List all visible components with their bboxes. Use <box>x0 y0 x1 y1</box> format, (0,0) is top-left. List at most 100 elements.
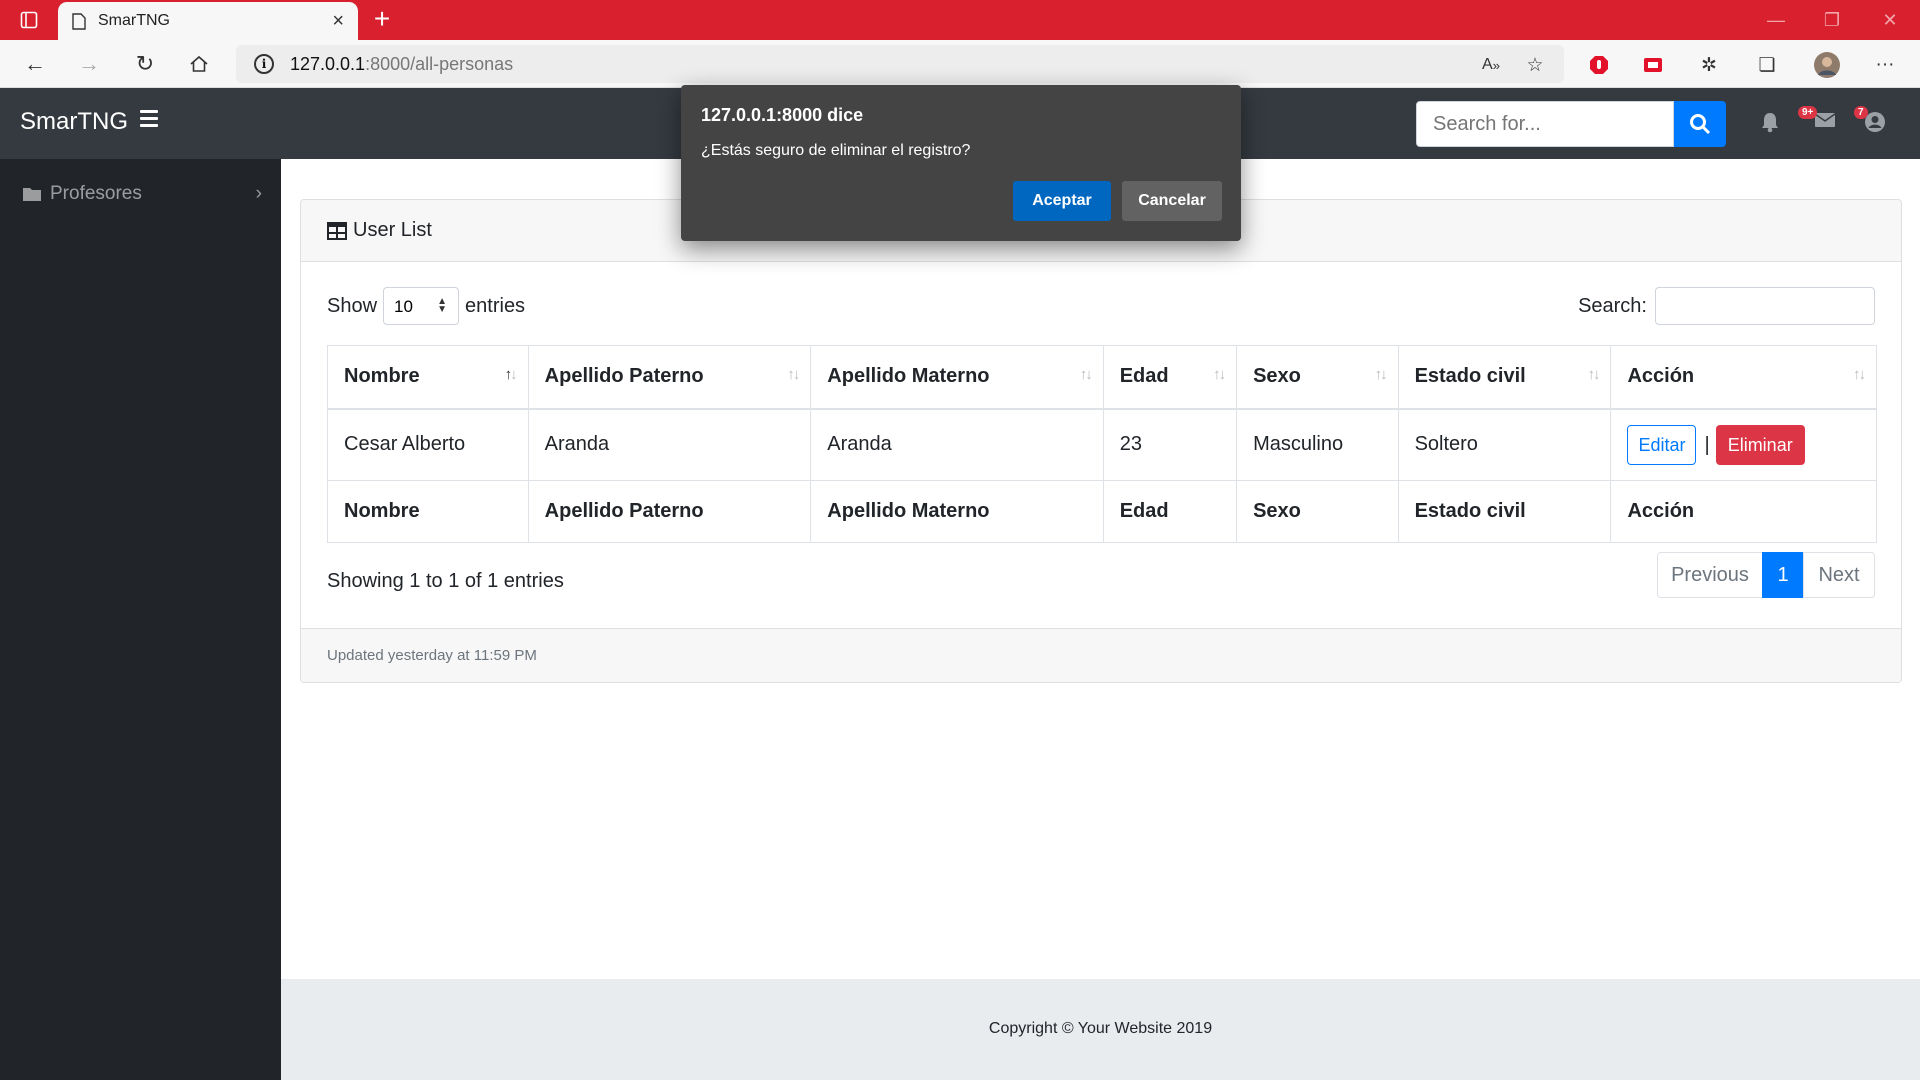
user-icon[interactable] <box>1864 111 1890 137</box>
table-search-label: Search: <box>1578 294 1647 317</box>
cell-apellido-paterno: Aranda <box>527 408 812 481</box>
extensions-icon[interactable]: ✲ <box>1694 50 1724 80</box>
table-footer-row: Nombre Apellido Paterno Apellido Materno… <box>327 480 1877 543</box>
cell-sexo: Masculino <box>1236 408 1399 481</box>
confirm-dialog: 127.0.0.1:8000 dice ¿Estás seguro de eli… <box>681 85 1241 241</box>
search-button[interactable] <box>1674 101 1726 147</box>
sort-icon: ↑↓ <box>1374 366 1388 383</box>
user-badge: 7 <box>1854 106 1868 119</box>
read-aloud-icon[interactable]: A» <box>1476 50 1506 80</box>
new-tab-button[interactable]: + <box>366 4 398 36</box>
sidebar: Profesores › <box>0 159 281 1080</box>
table-row: Cesar Alberto Aranda Aranda 23 Masculino… <box>327 408 1877 481</box>
table-info: Showing 1 to 1 of 1 entries <box>327 570 564 592</box>
footer-apellido-paterno: Apellido Paterno <box>527 480 812 543</box>
col-header-nombre[interactable]: Nombre ↑↓ <box>327 345 529 410</box>
footer-edad: Edad <box>1102 480 1238 543</box>
reload-icon[interactable]: ↻ <box>128 48 162 80</box>
url-host: 127.0.0.1 <box>290 53 366 74</box>
accept-button[interactable]: Aceptar <box>1013 181 1111 221</box>
site-info-icon[interactable]: i <box>254 54 274 74</box>
user-table: Nombre ↑↓ Apellido Paterno ↑↓ Apellido Mat… <box>327 345 1877 543</box>
sort-icon: ↑↓ <box>787 366 800 383</box>
tab-actions-icon[interactable] <box>0 0 58 40</box>
search-input[interactable] <box>1416 101 1674 147</box>
footer-apellido-materno: Apellido Materno <box>810 480 1104 543</box>
brand[interactable]: SmarTNG <box>20 108 128 136</box>
tab-title: SmarTNG <box>98 12 170 29</box>
footer-nombre: Nombre <box>327 480 529 543</box>
close-tab-icon[interactable]: × <box>332 10 344 33</box>
col-header-accion[interactable]: Acción ↑↓ <box>1610 345 1877 410</box>
page-1-button[interactable]: 1 <box>1762 552 1804 598</box>
action-separator: | <box>1704 433 1710 456</box>
footer-accion: Acción <box>1610 480 1877 543</box>
col-header-edad[interactable]: Edad ↑↓ <box>1102 345 1238 410</box>
menu-toggle-icon[interactable] <box>140 110 158 127</box>
chevron-right-icon: › <box>255 183 262 204</box>
browser-tab-bar: SmarTNG × + — ❐ ✕ <box>0 0 1920 40</box>
forward-icon[interactable]: → <box>72 48 106 80</box>
col-header-sexo[interactable]: Sexo ↑↓ <box>1236 345 1399 410</box>
close-window-icon[interactable]: ✕ <box>1862 0 1918 40</box>
entries-label: entries <box>465 294 526 317</box>
dialog-message: ¿Estás seguro de eliminar el registro? <box>701 142 971 159</box>
search-icon <box>1690 114 1711 135</box>
previous-page-button[interactable]: Previous <box>1657 552 1763 598</box>
col-header-apellido-materno[interactable]: Apellido Materno ↑↓ <box>810 345 1104 410</box>
table-search-input[interactable] <box>1655 287 1875 325</box>
sort-icon: ↑↓ <box>1853 366 1866 383</box>
extension-stop-icon[interactable] <box>1584 50 1614 80</box>
footer-sexo: Sexo <box>1236 480 1399 543</box>
collections-icon[interactable]: ❏ <box>1752 50 1782 80</box>
sort-icon: ↑↓ <box>1079 366 1093 383</box>
sort-icon: ↑↓ <box>1587 366 1600 383</box>
table-search-control: Search: <box>1578 287 1875 325</box>
show-label: Show <box>327 294 378 317</box>
page-length-control: Show 10 ▲ ▼ entries <box>327 287 525 325</box>
table-icon <box>327 221 347 240</box>
cancel-button[interactable]: Cancelar <box>1122 181 1222 221</box>
envelope-icon[interactable] <box>1814 111 1840 137</box>
cell-estado-civil: Soltero <box>1397 408 1612 481</box>
dialog-title: 127.0.0.1:8000 dice <box>701 105 864 125</box>
minimize-icon[interactable]: — <box>1748 0 1804 40</box>
bell-icon[interactable] <box>1760 111 1786 137</box>
browser-tab[interactable]: SmarTNG × <box>58 2 358 40</box>
extension-translate-icon[interactable] <box>1638 50 1668 80</box>
footer-estado-civil: Estado civil <box>1397 480 1612 543</box>
favorite-icon[interactable]: ☆ <box>1520 50 1550 80</box>
cell-accion: Editar | Eliminar <box>1610 408 1877 481</box>
sort-asc-icon: ↑↓ <box>504 366 518 383</box>
delete-button[interactable]: Eliminar <box>1715 424 1805 465</box>
profile-avatar[interactable] <box>1812 50 1842 80</box>
url-path: :8000/all-personas <box>365 53 514 74</box>
sort-icon: ↑↓ <box>1213 366 1226 383</box>
page-footer: Copyright © Your Website 2019 <box>281 979 1920 1080</box>
folder-icon <box>23 188 41 201</box>
next-page-button[interactable]: Next <box>1803 552 1875 598</box>
user-list-card: User List Show 10 ▲ ▼ entries Search: Nom… <box>300 199 1902 683</box>
sidebar-item-profesores[interactable]: Profesores › <box>22 181 262 207</box>
cell-nombre: Cesar Alberto <box>327 408 529 481</box>
restore-icon[interactable]: ❐ <box>1804 0 1860 40</box>
main-content: User List Show 10 ▲ ▼ entries Search: Nom… <box>281 159 1920 1080</box>
address-bar[interactable]: i 127.0.0.1:8000/all-personas <box>236 45 1564 83</box>
more-menu-icon[interactable]: ··· <box>1870 50 1900 80</box>
card-footer: Updated yesterday at 11:59 PM <box>301 628 1901 682</box>
messages-badge: 9+ <box>1798 106 1818 119</box>
page-icon <box>72 12 86 30</box>
table-header-row: Nombre ↑↓ Apellido Paterno ↑↓ Apellido Mat… <box>327 345 1877 410</box>
pagination: Previous 1 Next <box>1657 552 1875 598</box>
edit-button[interactable]: Editar <box>1627 424 1697 465</box>
back-icon[interactable]: ← <box>18 48 52 80</box>
cell-edad: 23 <box>1102 408 1238 481</box>
col-header-apellido-paterno[interactable]: Apellido Paterno ↑↓ <box>527 345 812 410</box>
home-icon[interactable] <box>182 48 216 80</box>
browser-toolbar: ← → ↻ i 127.0.0.1:8000/all-personas A» ☆… <box>0 40 1920 88</box>
cell-apellido-materno: Aranda <box>810 408 1104 481</box>
card-title: User List <box>353 219 432 241</box>
page-length-select[interactable]: 10 <box>383 287 460 325</box>
col-header-estado-civil[interactable]: Estado civil ↑↓ <box>1397 345 1612 410</box>
sidebar-item-label: Profesores <box>50 183 142 204</box>
